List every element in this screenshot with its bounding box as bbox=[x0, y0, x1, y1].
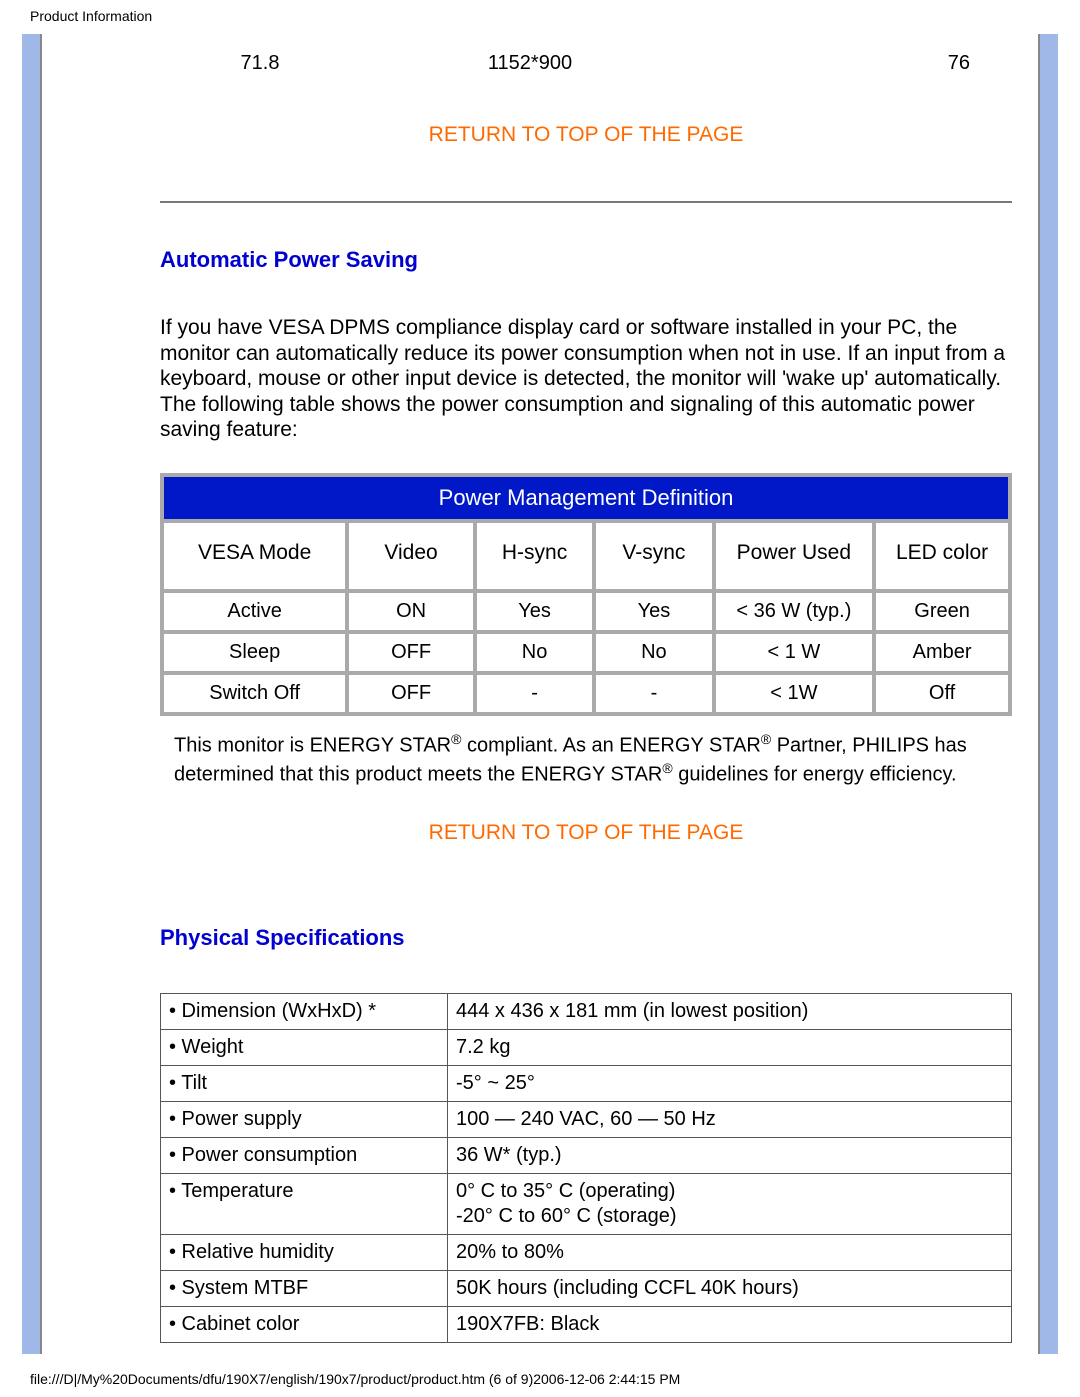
spec-value: 100 — 240 VAC, 60 — 50 Hz bbox=[448, 1102, 1012, 1138]
table-row: • Power consumption36 W* (typ.) bbox=[161, 1138, 1012, 1174]
pm-cell: < 36 W (typ.) bbox=[716, 593, 873, 630]
pm-cell: No bbox=[477, 634, 592, 671]
registered-icon: ® bbox=[761, 731, 771, 747]
energy-star-note: This monitor is ENERGY STAR® compliant. … bbox=[174, 730, 998, 787]
table-row: • Power supply100 — 240 VAC, 60 — 50 Hz bbox=[161, 1102, 1012, 1138]
spec-label: • Cabinet color bbox=[161, 1307, 448, 1343]
spec-label: • Dimension (WxHxD) * bbox=[161, 994, 448, 1030]
spec-label: • Power supply bbox=[161, 1102, 448, 1138]
phys-heading: Physical Specifications bbox=[160, 925, 1012, 951]
return-to-top-link[interactable]: RETURN TO TOP OF THE PAGE bbox=[160, 123, 1012, 147]
pm-cell: OFF bbox=[349, 675, 473, 712]
pm-cell: Yes bbox=[596, 593, 711, 630]
spec-value: 444 x 436 x 181 mm (in lowest position) bbox=[448, 994, 1012, 1030]
spec-label: • Temperature bbox=[161, 1174, 448, 1235]
pm-cell: Active bbox=[164, 593, 345, 630]
pm-cell: Green bbox=[876, 593, 1008, 630]
spec-value: 20% to 80% bbox=[448, 1235, 1012, 1271]
pm-h-vsync: V-sync bbox=[596, 523, 711, 589]
pm-caption: Power Management Definition bbox=[164, 477, 1008, 519]
return-to-top-link[interactable]: RETURN TO TOP OF THE PAGE bbox=[160, 821, 1012, 845]
mode-table-row: 71.8 1152*900 76 bbox=[160, 34, 1012, 75]
spec-value: 190X7FB: Black bbox=[448, 1307, 1012, 1343]
spec-label: • System MTBF bbox=[161, 1271, 448, 1307]
registered-icon: ® bbox=[451, 731, 461, 747]
page-footer-text: file:///D|/My%20Documents/dfu/190X7/engl… bbox=[30, 1371, 680, 1387]
pm-cell: Sleep bbox=[164, 634, 345, 671]
pm-cell: ON bbox=[349, 593, 473, 630]
section-divider bbox=[160, 201, 1012, 203]
table-row: • Tilt-5° ~ 25° bbox=[161, 1066, 1012, 1102]
note-text: guidelines for energy efficiency. bbox=[673, 763, 957, 785]
table-row: • Relative humidity20% to 80% bbox=[161, 1235, 1012, 1271]
spec-label: • Power consumption bbox=[161, 1138, 448, 1174]
pm-cell: < 1W bbox=[716, 675, 873, 712]
spec-label: • Tilt bbox=[161, 1066, 448, 1102]
outer-frame: 71.8 1152*900 76 RETURN TO TOP OF THE PA… bbox=[22, 34, 1058, 1354]
pm-cell: No bbox=[596, 634, 711, 671]
table-row: Active ON Yes Yes < 36 W (typ.) Green bbox=[164, 593, 1008, 630]
spec-value: 0° C to 35° C (operating) -20° C to 60° … bbox=[448, 1174, 1012, 1235]
content-area: 71.8 1152*900 76 RETURN TO TOP OF THE PA… bbox=[42, 34, 1038, 1343]
spec-value: 50K hours (including CCFL 40K hours) bbox=[448, 1271, 1012, 1307]
pm-cell: Off bbox=[876, 675, 1008, 712]
pm-cell: < 1 W bbox=[716, 634, 873, 671]
table-row: • Cabinet color190X7FB: Black bbox=[161, 1307, 1012, 1343]
table-row: • Weight7.2 kg bbox=[161, 1030, 1012, 1066]
pm-cell: Yes bbox=[477, 593, 592, 630]
cell-vfreq: 76 bbox=[700, 52, 970, 75]
cell-hfreq: 71.8 bbox=[160, 52, 360, 75]
spec-value: 36 W* (typ.) bbox=[448, 1138, 1012, 1174]
spec-value: 7.2 kg bbox=[448, 1030, 1012, 1066]
table-row: • System MTBF50K hours (including CCFL 4… bbox=[161, 1271, 1012, 1307]
table-row: Switch Off OFF - - < 1W Off bbox=[164, 675, 1008, 712]
pm-h-led: LED color bbox=[876, 523, 1008, 589]
aps-heading: Automatic Power Saving bbox=[160, 247, 1012, 273]
note-text: This monitor is ENERGY STAR bbox=[174, 735, 451, 757]
physical-spec-table: • Dimension (WxHxD) *444 x 436 x 181 mm … bbox=[160, 993, 1012, 1343]
pm-cell: - bbox=[477, 675, 592, 712]
pm-h-video: Video bbox=[349, 523, 473, 589]
page-header-text: Product Information bbox=[30, 8, 152, 24]
note-text: compliant. As an ENERGY STAR bbox=[461, 735, 760, 757]
pm-h-hsync: H-sync bbox=[477, 523, 592, 589]
table-row: • Dimension (WxHxD) *444 x 436 x 181 mm … bbox=[161, 994, 1012, 1030]
pm-cell: Amber bbox=[876, 634, 1008, 671]
table-row: Sleep OFF No No < 1 W Amber bbox=[164, 634, 1008, 671]
table-row: • Temperature0° C to 35° C (operating) -… bbox=[161, 1174, 1012, 1235]
cell-resolution: 1152*900 bbox=[360, 52, 700, 75]
spec-value: -5° ~ 25° bbox=[448, 1066, 1012, 1102]
pm-cell: OFF bbox=[349, 634, 473, 671]
page-body: 71.8 1152*900 76 RETURN TO TOP OF THE PA… bbox=[40, 34, 1040, 1354]
aps-paragraph: If you have VESA DPMS compliance display… bbox=[160, 315, 1012, 443]
registered-icon: ® bbox=[662, 760, 672, 776]
pm-cell: - bbox=[596, 675, 711, 712]
spec-label: • Relative humidity bbox=[161, 1235, 448, 1271]
pm-h-power: Power Used bbox=[716, 523, 873, 589]
pm-h-vesa: VESA Mode bbox=[164, 523, 345, 589]
power-management-table: Power Management Definition VESA Mode Vi… bbox=[160, 473, 1012, 716]
pm-header-row: VESA Mode Video H-sync V-sync Power Used… bbox=[164, 523, 1008, 589]
pm-cell: Switch Off bbox=[164, 675, 345, 712]
spec-label: • Weight bbox=[161, 1030, 448, 1066]
